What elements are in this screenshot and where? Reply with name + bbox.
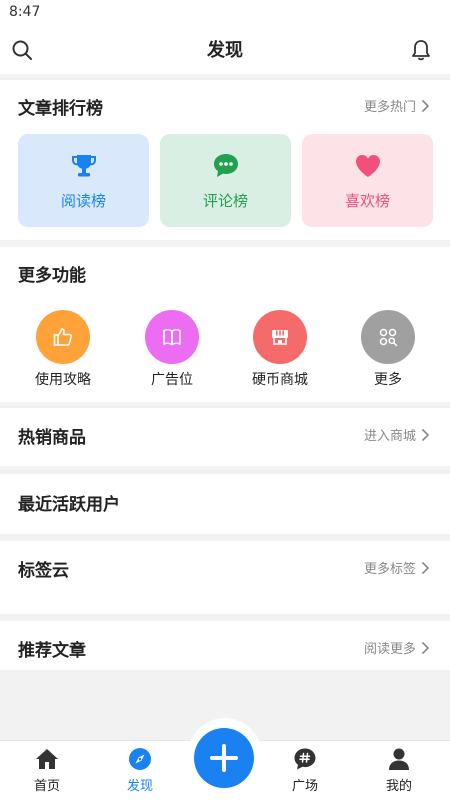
func-ads-label: 广告位 (151, 372, 193, 388)
status-time: 8:47 (9, 4, 41, 20)
func-more-label: 更多 (374, 372, 402, 388)
func-guide-button[interactable]: 使用攻略 (18, 310, 108, 390)
trophy-icon (71, 155, 96, 177)
plus-icon (210, 744, 238, 772)
book-icon (145, 310, 199, 364)
chevron-right-icon (421, 99, 430, 112)
chevron-right-icon (421, 641, 430, 654)
recommended-title: 推荐文章 (18, 641, 86, 661)
hot-products-card: 热销商品 进入商城 (0, 408, 450, 466)
recommended-more-label: 阅读更多 (363, 642, 416, 657)
func-ads-button[interactable]: 广告位 (127, 310, 217, 390)
more-apps-icon (361, 310, 415, 364)
ranking-more-label: 更多热门 (363, 100, 416, 115)
tab-discover[interactable]: 发现 (105, 741, 175, 800)
status-bar: 8:47 (0, 0, 450, 26)
tab-square[interactable]: 广场 (270, 741, 340, 800)
hashtag-icon (294, 748, 316, 770)
functions-title: 更多功能 (18, 266, 86, 286)
tag-cloud-card: 标签云 更多标签 (0, 541, 450, 614)
tag-cloud-more-label: 更多标签 (363, 562, 416, 577)
bell-icon[interactable] (409, 38, 433, 62)
add-post-button[interactable] (194, 728, 254, 788)
thumbs-up-icon (36, 310, 90, 364)
tab-home-label: 首页 (33, 779, 60, 794)
chevron-right-icon (421, 561, 430, 574)
rank-comment-label: 评论榜 (202, 192, 248, 210)
active-users-card: 最近活跃用户 (0, 474, 450, 534)
rank-comment-button[interactable]: 评论榜 (160, 134, 291, 227)
ranking-more-link[interactable]: 更多热门 (364, 96, 430, 115)
hot-products-more-label: 进入商城 (363, 429, 416, 444)
active-users-title: 最近活跃用户 (18, 495, 120, 515)
chevron-right-icon (421, 428, 430, 441)
func-shop-button[interactable]: 硬币商城 (235, 310, 325, 390)
tab-mine-label: 我的 (385, 779, 412, 794)
tab-home[interactable]: 首页 (12, 741, 82, 800)
rank-read-button[interactable]: 阅读榜 (18, 134, 149, 227)
recommended-card: 推荐文章 阅读更多 (0, 621, 450, 670)
shop-icon (253, 310, 307, 364)
recommended-more-link[interactable]: 阅读更多 (364, 638, 430, 657)
func-shop-label: 硬币商城 (252, 372, 308, 388)
tag-cloud-title: 标签云 (18, 561, 69, 581)
ranking-title: 文章排行榜 (18, 99, 103, 119)
compass-icon (129, 748, 151, 770)
func-more-button[interactable]: 更多 (343, 310, 433, 390)
page-title: 发现 (207, 40, 243, 61)
tab-discover-label: 发现 (126, 779, 153, 794)
tag-cloud-more-link[interactable]: 更多标签 (364, 558, 430, 577)
rank-read-label: 阅读榜 (60, 192, 106, 210)
tab-square-label: 广场 (291, 779, 318, 794)
heart-icon (355, 155, 380, 177)
home-icon (36, 749, 58, 769)
hot-products-title: 热销商品 (18, 428, 86, 448)
user-icon (389, 748, 409, 770)
rank-like-button[interactable]: 喜欢榜 (302, 134, 433, 227)
comment-icon (213, 154, 238, 177)
app-header: 发现 (0, 26, 450, 74)
rank-like-label: 喜欢榜 (344, 192, 390, 210)
tab-mine[interactable]: 我的 (364, 741, 434, 800)
hot-products-more-link[interactable]: 进入商城 (364, 425, 430, 444)
func-guide-label: 使用攻略 (35, 372, 91, 388)
